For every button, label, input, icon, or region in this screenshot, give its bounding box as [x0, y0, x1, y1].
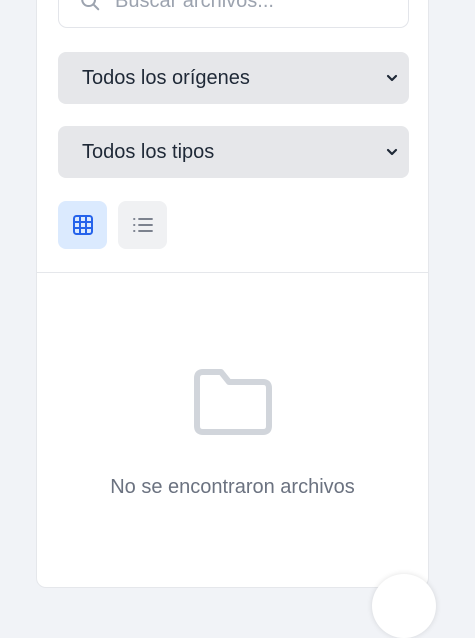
chevron-down-icon	[386, 148, 398, 156]
empty-state-message: No se encontraron archivos	[110, 476, 355, 498]
search-input[interactable]	[115, 0, 385, 16]
list-icon	[132, 218, 153, 232]
origin-select-label: Todos los orígenes	[82, 66, 250, 89]
grid-view-button[interactable]	[58, 201, 107, 249]
list-view-button[interactable]	[118, 201, 167, 249]
search-icon	[81, 0, 100, 11]
grid-icon	[72, 215, 93, 235]
files-panel: Todos los orígenes Todos los tipos	[36, 0, 429, 588]
chevron-down-icon	[386, 74, 398, 82]
type-select-label: Todos los tipos	[82, 140, 215, 163]
type-select[interactable]: Todos los tipos	[58, 126, 409, 178]
folder-icon	[194, 369, 272, 435]
divider	[37, 272, 428, 273]
origin-select[interactable]: Todos los orígenes	[58, 52, 409, 104]
floating-action-button[interactable]	[372, 574, 436, 638]
search-box[interactable]	[58, 0, 409, 28]
